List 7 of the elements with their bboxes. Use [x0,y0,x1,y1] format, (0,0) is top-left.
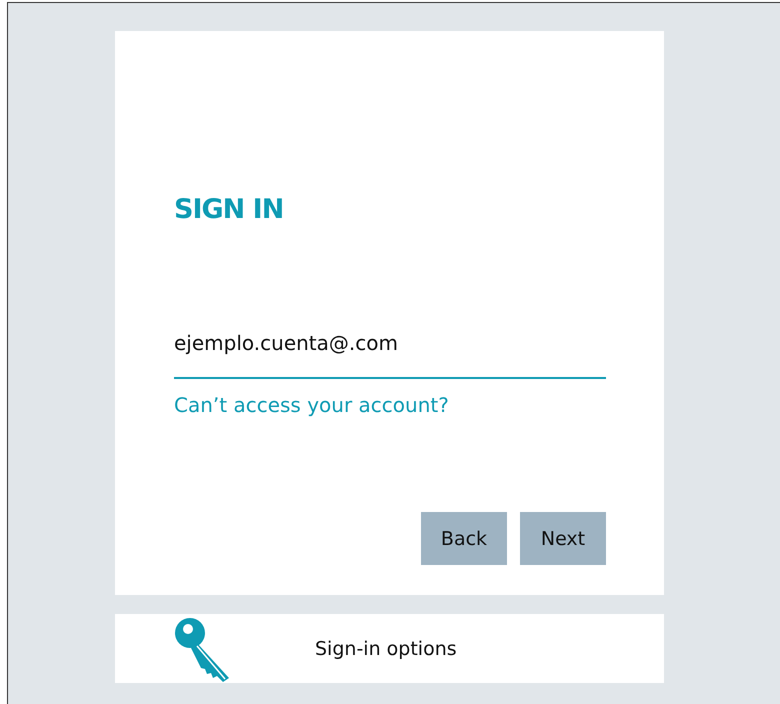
sign-in-title: SIGN IN [174,193,284,227]
key-icon [173,616,231,682]
next-button[interactable]: Next [520,512,606,565]
sign-in-options-label: Sign-in options [315,638,457,660]
sign-in-options-button[interactable]: Sign-in options [115,614,664,683]
back-button[interactable]: Back [421,512,507,565]
account-input-field[interactable]: ejemplo.cuenta@.com [174,331,606,379]
